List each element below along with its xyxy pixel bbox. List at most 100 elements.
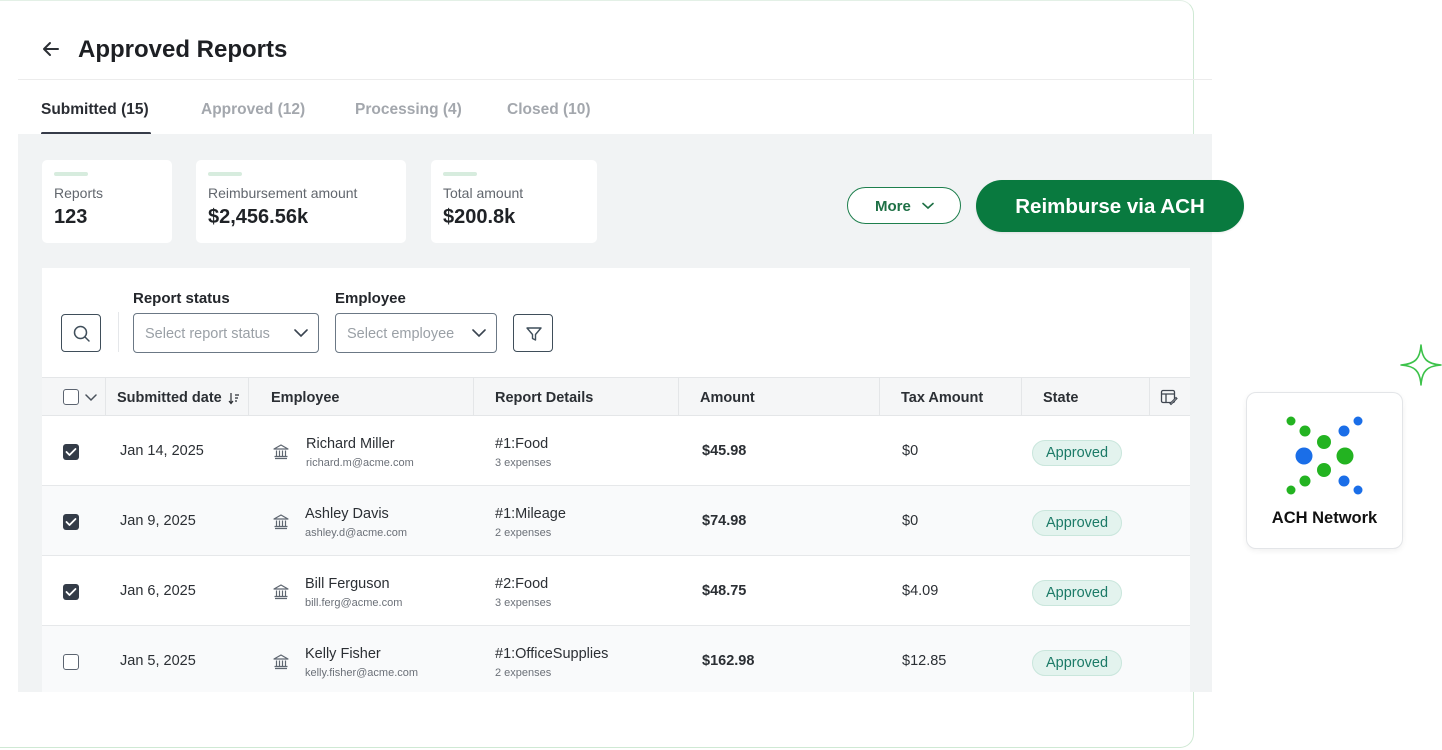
ach-network-logo-card: ACH Network <box>1246 392 1403 549</box>
tab-approved[interactable]: Approved (12) <box>201 101 305 119</box>
sparkle-icon <box>1400 344 1442 386</box>
stat-accent-bar <box>443 172 477 176</box>
stat-card-total: Total amount $200.8k <box>431 160 597 243</box>
row-checkbox[interactable] <box>63 444 79 460</box>
column-separator <box>1149 378 1150 416</box>
bank-icon <box>273 444 289 460</box>
submitted-date: Jan 14, 2025 <box>120 443 204 459</box>
submitted-date: Jan 9, 2025 <box>120 513 196 529</box>
stat-card-reimbursement: Reimbursement amount $2,456.56k <box>196 160 406 243</box>
row-checkbox[interactable] <box>63 584 79 600</box>
employee-name: Ashley Davis <box>305 506 389 522</box>
employee-select[interactable]: Select employee <box>335 313 497 353</box>
search-button[interactable] <box>61 314 101 352</box>
page-header: Approved Reports <box>18 0 1212 80</box>
amount: $45.98 <box>702 443 747 459</box>
report-status-label: Report status <box>133 290 230 307</box>
amount: $48.75 <box>702 583 747 599</box>
column-separator <box>248 378 249 416</box>
page-title: Approved Reports <box>78 36 288 63</box>
employee-name: Bill Ferguson <box>305 576 390 592</box>
reports-table-card: Report status Select report status Emplo… <box>42 268 1190 692</box>
tax-amount: $0 <box>902 443 919 459</box>
bank-icon <box>273 584 289 600</box>
expense-count: 3 expenses <box>495 597 552 609</box>
table-row[interactable]: Jan 14, 2025 Richard Miller richard.m@ac… <box>42 416 1190 486</box>
stat-accent-bar <box>54 172 88 176</box>
status-badge: Approved <box>1032 580 1122 606</box>
chevron-down-icon <box>294 329 308 338</box>
report-status-select[interactable]: Select report status <box>133 313 319 353</box>
chevron-down-icon[interactable] <box>85 393 97 402</box>
submitted-date: Jan 5, 2025 <box>120 653 196 669</box>
status-badge: Approved <box>1032 650 1122 676</box>
more-button[interactable]: More <box>847 187 961 224</box>
stat-value: 123 <box>54 206 88 228</box>
tax-amount: $12.85 <box>902 653 947 669</box>
status-badge: Approved <box>1032 440 1122 466</box>
employee-email: kelly.fisher@acme.com <box>305 667 419 679</box>
table-row[interactable]: Jan 9, 2025 Ashley Davis ashley.d@acme.c… <box>42 486 1190 556</box>
bank-icon <box>273 654 289 670</box>
column-separator <box>1021 378 1022 416</box>
filter-icon <box>526 327 542 341</box>
stat-label: Reimbursement amount <box>208 185 358 201</box>
tab-processing[interactable]: Processing (4) <box>355 101 462 119</box>
amount: $162.98 <box>702 653 755 669</box>
employee-placeholder: Select employee <box>347 326 455 342</box>
column-header-amount[interactable]: Amount <box>700 390 755 406</box>
sort-icon[interactable] <box>228 392 240 405</box>
submitted-date: Jan 6, 2025 <box>120 583 196 599</box>
expense-count: 2 expenses <box>495 667 552 679</box>
filter-divider <box>118 312 119 352</box>
select-all-checkbox[interactable] <box>63 389 79 405</box>
filter-button[interactable] <box>513 314 553 352</box>
column-header-employee[interactable]: Employee <box>271 390 340 406</box>
report-name[interactable]: #2:Food <box>495 576 548 592</box>
ach-network-logo-icon <box>1286 416 1363 495</box>
employee-label: Employee <box>335 290 406 307</box>
amount: $74.98 <box>702 513 747 529</box>
column-header-tax-amount[interactable]: Tax Amount <box>901 390 983 406</box>
column-separator <box>105 378 106 416</box>
table-header: Submitted date Employee Report Details A… <box>42 377 1190 416</box>
column-settings-icon[interactable] <box>1160 388 1178 406</box>
back-arrow-icon[interactable] <box>40 38 62 60</box>
employee-email: richard.m@acme.com <box>306 457 414 469</box>
chevron-down-icon <box>922 202 934 210</box>
column-header-report-details[interactable]: Report Details <box>495 390 593 406</box>
stat-value: $2,456.56k <box>208 206 309 228</box>
bank-icon <box>273 514 289 530</box>
report-name[interactable]: #1:Food <box>495 436 548 452</box>
employee-email: ashley.d@acme.com <box>305 527 408 539</box>
employee-email: bill.ferg@acme.com <box>305 597 403 609</box>
search-icon <box>73 325 90 342</box>
stat-value: $200.8k <box>443 206 516 228</box>
stat-label: Reports <box>54 185 104 201</box>
tab-closed[interactable]: Closed (10) <box>507 101 591 119</box>
tab-bar: Submitted (15) Approved (12) Processing … <box>18 80 1212 135</box>
report-name[interactable]: #1:OfficeSupplies <box>495 646 608 662</box>
column-separator <box>678 378 679 416</box>
column-header-state[interactable]: State <box>1043 390 1078 406</box>
stat-label: Total amount <box>443 185 524 201</box>
tax-amount: $0 <box>902 513 919 529</box>
tab-submitted[interactable]: Submitted (15) <box>41 101 149 119</box>
expense-count: 2 expenses <box>495 527 552 539</box>
tax-amount: $4.09 <box>902 583 939 599</box>
report-name[interactable]: #1:Mileage <box>495 506 566 522</box>
more-button-label: More <box>875 198 911 215</box>
employee-name: Kelly Fisher <box>305 646 381 662</box>
table-row[interactable]: Jan 6, 2025 Bill Ferguson bill.ferg@acme… <box>42 556 1190 626</box>
column-header-submitted-date[interactable]: Submitted date <box>117 390 222 406</box>
expense-count: 3 expenses <box>495 457 552 469</box>
table-row[interactable]: Jan 5, 2025 Kelly Fisher kelly.fisher@ac… <box>42 626 1190 692</box>
row-checkbox[interactable] <box>63 654 79 670</box>
chevron-down-icon <box>472 329 486 338</box>
report-status-placeholder: Select report status <box>145 326 270 342</box>
reimburse-via-ach-button[interactable]: Reimburse via ACH <box>976 180 1244 232</box>
ach-network-logo-text: ACH Network <box>1271 509 1378 527</box>
stat-card-reports: Reports 123 <box>42 160 172 243</box>
column-separator <box>473 378 474 416</box>
row-checkbox[interactable] <box>63 514 79 530</box>
